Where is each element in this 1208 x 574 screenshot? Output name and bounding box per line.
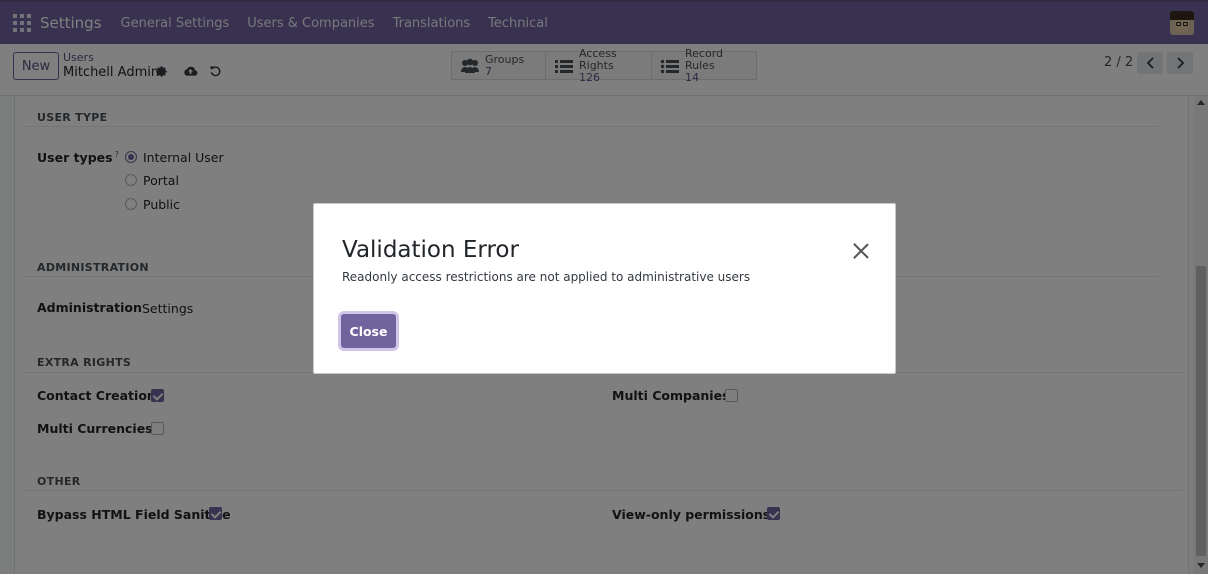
dialog-message: Readonly access restrictions are not app… bbox=[342, 270, 751, 284]
validation-error-dialog: Validation Error Readonly access restric… bbox=[313, 203, 896, 374]
dialog-title: Validation Error bbox=[342, 237, 519, 263]
close-icon[interactable] bbox=[852, 242, 870, 260]
close-button[interactable]: Close bbox=[341, 314, 396, 348]
